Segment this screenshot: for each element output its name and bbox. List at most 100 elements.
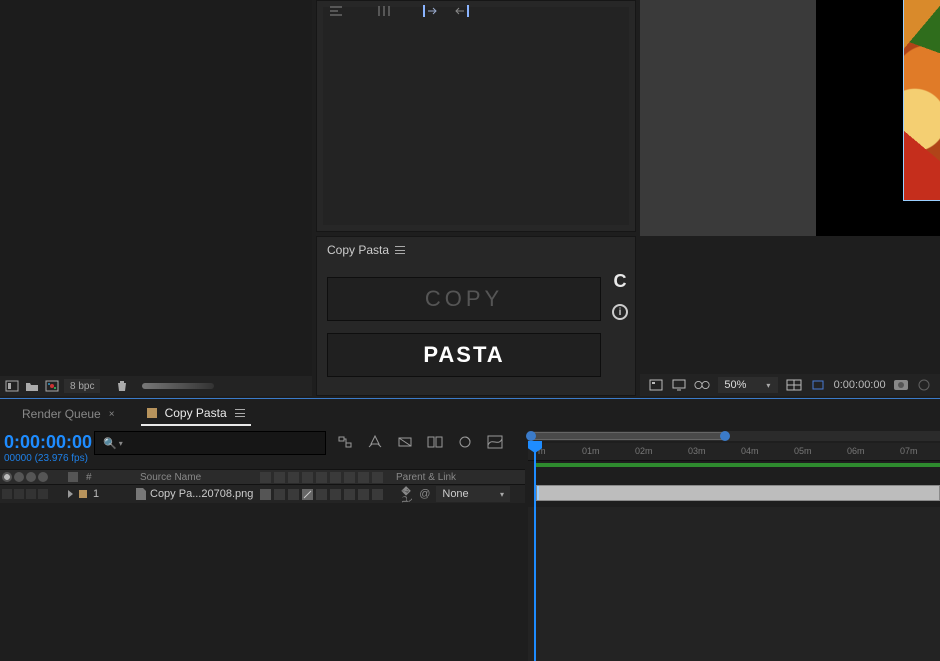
layer-columns-header: # Source Name Parent & Link <box>0 469 525 485</box>
tab-label: Copy Pasta <box>165 406 227 420</box>
mask-toggle-icon[interactable] <box>694 378 710 392</box>
new-folder-icon[interactable] <box>24 379 40 393</box>
parent-link-column[interactable]: Parent & Link <box>390 472 510 483</box>
new-comp-icon[interactable] <box>44 379 60 393</box>
graph-editor-icon[interactable] <box>486 433 504 451</box>
current-frame: 00000 (23.976 fps) <box>0 453 92 464</box>
interpret-footage-icon[interactable] <box>4 379 20 393</box>
zoom-dropdown[interactable]: 50% ▾ <box>718 377 778 393</box>
panel-menu-icon[interactable] <box>395 246 405 254</box>
navigator-start-handle[interactable] <box>526 431 536 441</box>
resolution-icon[interactable] <box>786 378 802 392</box>
copy-pasta-panel-title: Copy Pasta <box>327 243 389 257</box>
parent-value: None <box>442 488 468 500</box>
timeline-search[interactable]: 🔍 ▾ <box>94 431 326 455</box>
timeline-body[interactable] <box>528 507 940 661</box>
region-of-interest-icon[interactable] <box>810 378 825 392</box>
copy-button[interactable]: COPY <box>327 277 601 321</box>
copy-pasta-panel: Copy Pasta COPY PASTA C i <box>316 236 636 396</box>
viewer-timecode[interactable]: 0:00:00:00 <box>834 379 886 391</box>
time-ruler[interactable]: m 01m 02m 03m 04m 05m 06m 07m <box>528 443 940 461</box>
playhead[interactable] <box>534 441 536 661</box>
audio-column-icon[interactable] <box>14 472 24 482</box>
ruler-tick: 05m <box>794 446 812 456</box>
snapshot-icon[interactable] <box>894 378 909 392</box>
current-time[interactable]: 0:00:00:00 <box>0 432 92 453</box>
snap-right-icon[interactable] <box>451 5 469 17</box>
pickwhip-icon[interactable]: �તે <box>398 485 411 502</box>
eye-toggle[interactable] <box>2 489 12 499</box>
comp-flowchart-icon[interactable] <box>336 433 354 451</box>
copy-button-label: COPY <box>425 286 503 312</box>
switch-video[interactable] <box>260 489 271 500</box>
switch-solo[interactable] <box>288 489 299 500</box>
footage-thumbnail[interactable] <box>904 0 940 200</box>
layer-index: 1 <box>93 488 99 500</box>
switch-adjustment[interactable] <box>344 489 355 500</box>
timeline-panel: Render Queue × Copy Pasta 0:00:00:00 000… <box>0 398 940 660</box>
distribute-icon[interactable] <box>375 5 393 17</box>
grid-icon[interactable] <box>648 378 663 392</box>
shy-icon[interactable] <box>396 433 414 451</box>
chevron-down-icon: ▾ <box>766 381 770 390</box>
ruler-tick: 06m <box>847 446 865 456</box>
switch-3d[interactable] <box>358 489 369 500</box>
show-snapshot-icon[interactable] <box>917 378 932 392</box>
project-thumb-slider[interactable] <box>142 383 214 389</box>
layer-row[interactable]: 1 Copy Pa...20708.png �તે @ None ▾ <box>0 485 525 503</box>
tab-label: Render Queue <box>22 407 101 421</box>
time-navigator[interactable] <box>528 431 940 441</box>
align-icon[interactable] <box>327 5 345 17</box>
audio-toggle[interactable] <box>14 489 24 499</box>
solo-toggle[interactable] <box>26 489 36 499</box>
lock-toggle[interactable] <box>38 489 48 499</box>
solo-column-icon[interactable] <box>26 472 36 482</box>
parent-dropdown[interactable]: None ▾ <box>436 486 510 502</box>
motion-blur-icon[interactable] <box>456 433 474 451</box>
timeline-graph[interactable]: m 01m 02m 03m 04m 05m 06m 07m <box>528 427 940 661</box>
label-color-swatch[interactable] <box>79 490 87 498</box>
source-name-column[interactable]: Source Name <box>134 472 258 483</box>
label-column-icon[interactable] <box>68 472 78 482</box>
pickwhip-icon[interactable]: @ <box>419 488 430 500</box>
bit-depth-button[interactable]: 8 bpc <box>64 379 100 393</box>
close-icon[interactable]: × <box>109 409 115 420</box>
layer-name[interactable]: Copy Pa...20708.png <box>150 488 253 500</box>
tab-render-queue[interactable]: Render Queue × <box>16 402 121 426</box>
switch-frame-blend[interactable] <box>316 489 327 500</box>
snap-left-icon[interactable] <box>423 5 441 17</box>
panel-menu-icon[interactable] <box>235 409 245 417</box>
draft-3d-icon[interactable] <box>366 433 384 451</box>
eye-column-icon[interactable] <box>2 472 12 482</box>
switch-audio[interactable] <box>274 489 285 500</box>
twirl-icon[interactable] <box>68 490 73 498</box>
upper-center-panel <box>316 0 636 232</box>
info-icon[interactable]: i <box>612 304 628 320</box>
ruler-tick: 07m <box>900 446 918 456</box>
switch-effects[interactable] <box>302 489 313 500</box>
brand-c-icon[interactable]: C <box>614 271 627 292</box>
pasta-button[interactable]: PASTA <box>327 333 601 377</box>
work-area-bar[interactable] <box>536 463 940 467</box>
ruler-tick: 01m <box>582 446 600 456</box>
frame-blend-icon[interactable] <box>426 433 444 451</box>
layer-bar[interactable] <box>536 485 940 501</box>
navigator-end-handle[interactable] <box>720 431 730 441</box>
composition-viewer[interactable] <box>640 0 940 236</box>
lock-column-icon[interactable] <box>38 472 48 482</box>
search-icon: 🔍 <box>103 437 117 450</box>
chevron-down-icon: ▾ <box>500 490 504 499</box>
zoom-value: 50% <box>724 379 746 391</box>
viewer-footer: 50% ▾ 0:00:00:00 <box>640 374 940 396</box>
ruler-tick: 04m <box>741 446 759 456</box>
trash-icon[interactable] <box>114 379 130 393</box>
switch-motion-blur[interactable] <box>330 489 341 500</box>
tab-copy-pasta[interactable]: Copy Pasta <box>141 402 251 426</box>
monitor-icon[interactable] <box>671 378 686 392</box>
image-file-icon <box>136 488 146 500</box>
index-column: # <box>86 472 92 483</box>
time-navigator-range[interactable] <box>530 432 726 440</box>
ruler-tick: 02m <box>635 446 653 456</box>
project-panel <box>0 0 312 380</box>
switch-collapse[interactable] <box>372 489 383 500</box>
